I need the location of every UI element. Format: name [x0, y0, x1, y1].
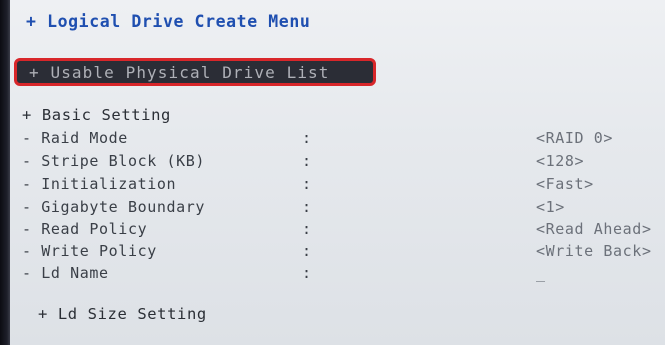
monitor-bezel	[0, 0, 10, 345]
gigabyte-boundary-row[interactable]: - Gigabyte Boundary : <1>	[22, 198, 665, 220]
gigabyte-boundary-label: - Gigabyte Boundary	[22, 198, 205, 216]
usable-physical-drive-list-label: + Usable Physical Drive List	[29, 63, 330, 82]
ld-name-row[interactable]: - Ld Name : _	[22, 264, 665, 286]
separator-colon: :	[302, 198, 312, 216]
stripe-block-label: - Stripe Block (KB)	[22, 152, 205, 170]
basic-setting-header[interactable]: + Basic Setting	[22, 106, 171, 124]
bios-raid-screen: + Logical Drive Create Menu + Usable Phy…	[0, 0, 665, 345]
raid-mode-value[interactable]: <RAID 0>	[536, 129, 613, 147]
separator-colon: :	[302, 220, 312, 238]
raid-mode-label: - Raid Mode	[22, 129, 128, 147]
ld-name-label: - Ld Name	[22, 264, 109, 282]
write-policy-value[interactable]: <Write Back>	[536, 242, 652, 260]
initialization-row[interactable]: - Initialization : <Fast>	[22, 175, 665, 197]
initialization-label: - Initialization	[22, 175, 177, 193]
ld-name-value[interactable]: _	[536, 264, 546, 282]
usable-physical-drive-list-item[interactable]: + Usable Physical Drive List	[14, 58, 376, 86]
raid-mode-row[interactable]: - Raid Mode : <RAID 0>	[22, 129, 665, 151]
read-policy-value[interactable]: <Read Ahead>	[536, 220, 652, 238]
separator-colon: :	[302, 129, 312, 147]
write-policy-label: - Write Policy	[22, 242, 157, 260]
separator-colon: :	[302, 152, 312, 170]
separator-colon: :	[302, 242, 312, 260]
ld-size-setting-header[interactable]: + Ld Size Setting	[38, 305, 207, 323]
stripe-block-row[interactable]: - Stripe Block (KB) : <128>	[22, 152, 665, 174]
menu-title: + Logical Drive Create Menu	[26, 12, 311, 31]
read-policy-label: - Read Policy	[22, 220, 148, 238]
write-policy-row[interactable]: - Write Policy : <Write Back>	[22, 242, 665, 264]
read-policy-row[interactable]: - Read Policy : <Read Ahead>	[22, 220, 665, 242]
initialization-value[interactable]: <Fast>	[536, 175, 594, 193]
stripe-block-value[interactable]: <128>	[536, 152, 584, 170]
separator-colon: :	[302, 264, 312, 282]
gigabyte-boundary-value[interactable]: <1>	[536, 198, 565, 216]
separator-colon: :	[302, 175, 312, 193]
